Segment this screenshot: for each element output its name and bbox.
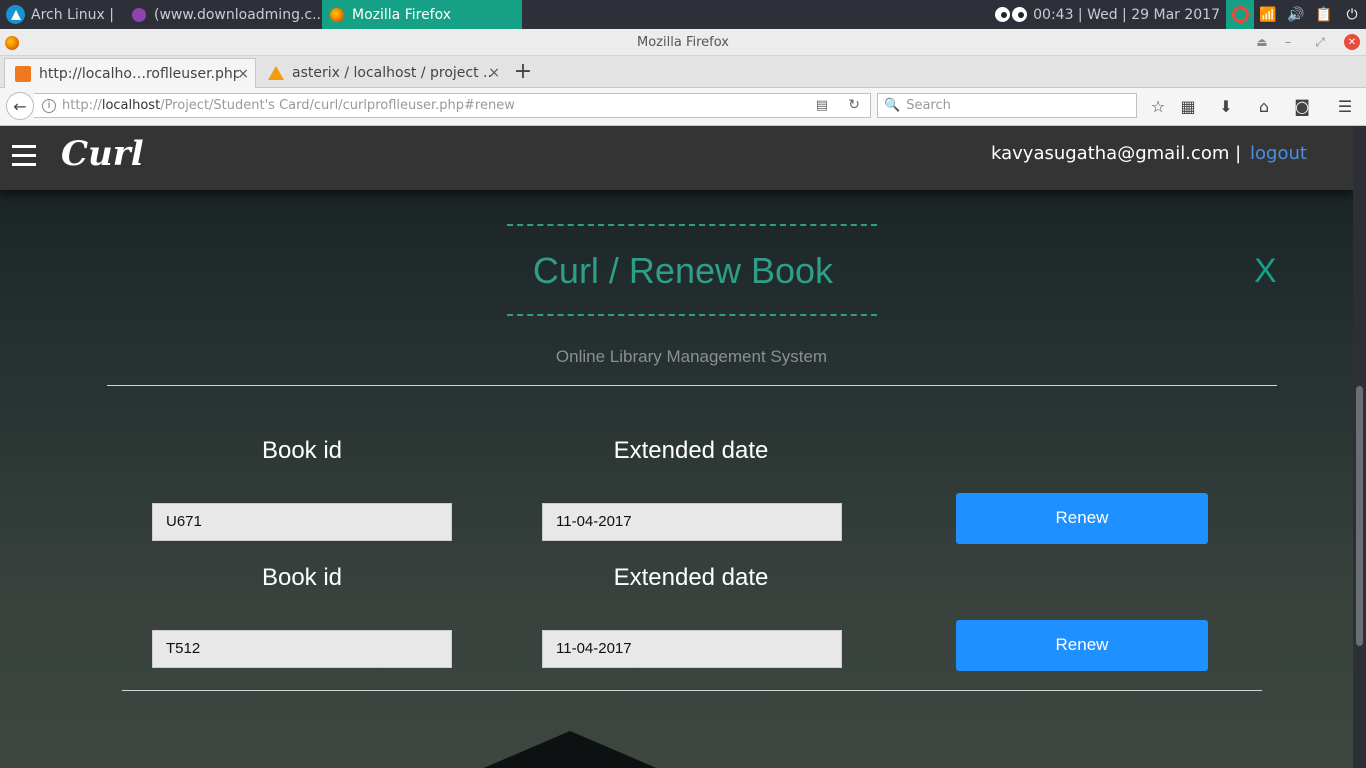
arch-linux-icon (6, 5, 25, 24)
page-scrollbar[interactable] (1353, 126, 1366, 768)
mountain-background (430, 731, 710, 768)
eject-icon[interactable]: ⏏ (1254, 34, 1270, 50)
book-id-label: Book id (261, 437, 343, 464)
brand-logo[interactable]: Curl (61, 134, 144, 174)
renew-button[interactable]: Renew (956, 620, 1208, 671)
extended-date-label: Extended date (613, 564, 769, 591)
logout-link[interactable]: logout (1250, 143, 1307, 164)
extended-date-field[interactable]: 11-04-2017 (542, 630, 842, 668)
reload-icon[interactable]: ↻ (848, 97, 860, 113)
title-divider-bottom (507, 314, 877, 316)
pocket-icon[interactable]: ◙ (1290, 95, 1314, 117)
record-icon[interactable] (1226, 0, 1254, 29)
arch-menu[interactable]: Arch Linux | (0, 0, 124, 29)
modal-close-button[interactable]: X (1254, 252, 1277, 291)
divider (107, 385, 1277, 386)
tab-label: http://localho…roflleuser.php (39, 65, 239, 82)
taskbar-task-download[interactable]: (www.downloadming.c... (124, 0, 322, 29)
window-titlebar: Mozilla Firefox ⏏ – ⤢ ✕ (0, 29, 1366, 56)
clipboard-icon[interactable]: 📋 (1310, 0, 1338, 29)
book-id-label: Book id (261, 564, 343, 591)
close-tab-icon[interactable]: × (237, 66, 249, 82)
url-bar[interactable]: i http://localhost/Project/Student's Car… (34, 93, 871, 118)
tab-profile[interactable]: http://localho…roflleuser.php × (4, 58, 256, 88)
hamburger-menu-icon[interactable] (12, 145, 36, 169)
modal-title: Curl / Renew Book (532, 250, 834, 291)
close-tab-icon[interactable]: × (488, 65, 500, 81)
url-prefix: http:// (62, 98, 102, 113)
search-placeholder: Search (906, 98, 951, 113)
bookmark-star-icon[interactable]: ☆ (1146, 95, 1170, 117)
wifi-icon[interactable]: 📶 (1254, 0, 1282, 29)
title-divider-top (507, 224, 877, 226)
site-header: Curl kavyasugatha@gmail.com | logout (0, 126, 1353, 190)
tab-strip: http://localho…roflleuser.php × asterix … (0, 56, 1366, 88)
navigation-toolbar: ← i http://localhost/Project/Student's C… (0, 88, 1366, 126)
url-path: /Project/Student's Card/curl/curlproflle… (160, 98, 515, 113)
scrollbar-thumb[interactable] (1356, 386, 1363, 646)
book-id-field[interactable]: U671 (152, 503, 452, 541)
user-email: kavyasugatha@gmail.com | (991, 143, 1242, 164)
task-label: Mozilla Firefox (352, 6, 452, 23)
bookmarks-list-icon[interactable]: ▦ (1176, 95, 1200, 117)
tab-phpmyadmin[interactable]: asterix / localhost / project ... × (258, 58, 506, 88)
power-icon[interactable]: ⏻ (1338, 0, 1366, 29)
reader-view-icon[interactable]: ▤ (816, 98, 828, 113)
taskbar-task-firefox[interactable]: Mozilla Firefox (322, 0, 522, 29)
phpmyadmin-icon (268, 66, 284, 80)
volume-icon[interactable]: 🔊 (1282, 0, 1310, 29)
page-content: Curl kavyasugatha@gmail.com | logout Cur… (0, 126, 1353, 768)
back-button[interactable]: ← (6, 92, 34, 120)
firefox-icon (330, 7, 344, 22)
renew-button[interactable]: Renew (956, 493, 1208, 544)
app-icon (132, 7, 146, 22)
clock[interactable]: 00:43 | Wed | 29 Mar 2017 (1033, 7, 1220, 23)
url-host: localhost (101, 98, 161, 113)
os-label: Arch Linux | (31, 6, 114, 23)
maximize-button[interactable]: ⤢ (1312, 34, 1328, 50)
extended-date-field[interactable]: 11-04-2017 (542, 503, 842, 541)
minimize-button[interactable]: – (1280, 34, 1296, 50)
task-label: (www.downloadming.c... (154, 6, 322, 23)
downloads-icon[interactable]: ⬇ (1214, 95, 1238, 117)
tab-label: asterix / localhost / project ... (292, 65, 492, 81)
book-id-field[interactable]: T512 (152, 630, 452, 668)
window-title: Mozilla Firefox (637, 35, 729, 50)
extended-date-label: Extended date (613, 437, 769, 464)
search-icon: 🔍 (884, 98, 901, 113)
xeyes-icon (995, 7, 1029, 22)
system-taskbar: Arch Linux | (www.downloadming.c... Mozi… (0, 0, 1366, 29)
search-input[interactable]: 🔍 Search (877, 93, 1137, 118)
xampp-icon (15, 65, 31, 82)
menu-icon[interactable]: ☰ (1333, 95, 1357, 117)
home-icon[interactable]: ⌂ (1252, 95, 1276, 117)
new-tab-button[interactable]: + (510, 60, 536, 86)
divider (122, 690, 1262, 691)
info-icon[interactable]: i (42, 98, 56, 113)
modal-subtitle: Online Library Management System (555, 347, 828, 366)
close-window-button[interactable]: ✕ (1344, 34, 1360, 50)
